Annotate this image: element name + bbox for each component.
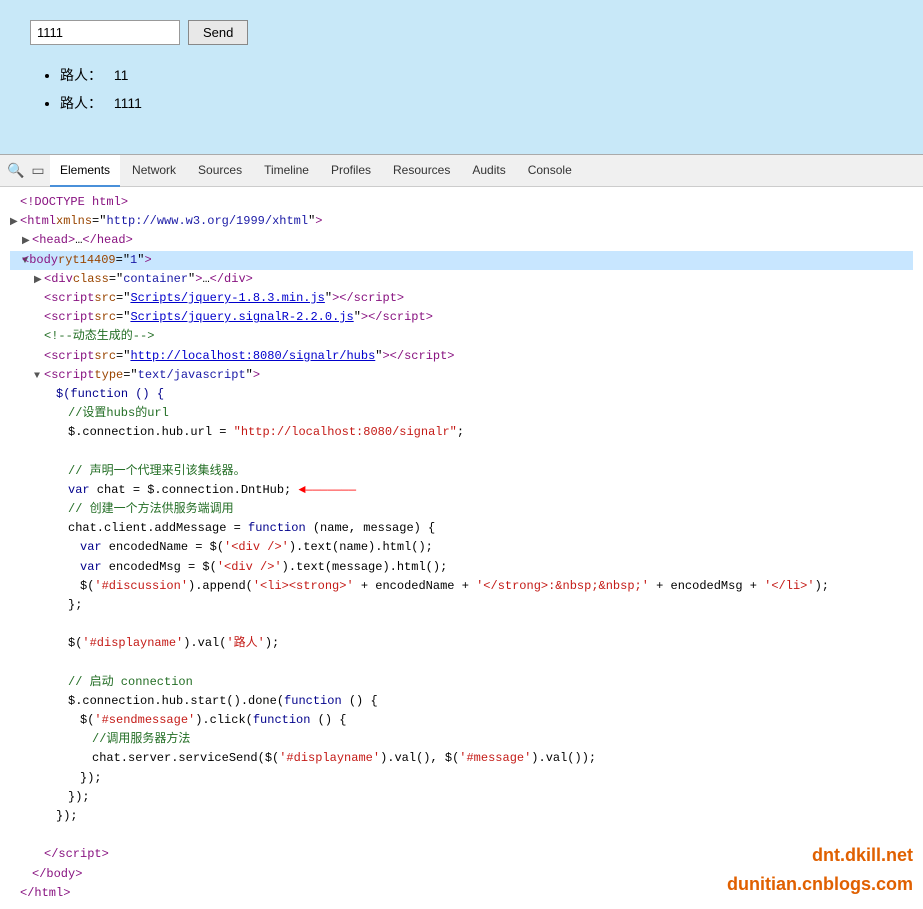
chat-item-1: 路人： 11 bbox=[60, 61, 893, 89]
chat-msg-2: 1111 bbox=[114, 95, 142, 111]
devtools-bar: 🔍 ▭ Elements Network Sources Timeline Pr… bbox=[0, 155, 923, 187]
tab-resources[interactable]: Resources bbox=[383, 155, 460, 187]
chat-name-1: 路人： bbox=[60, 67, 102, 83]
code-append: $('#discussion').append('<li><strong>' +… bbox=[10, 577, 913, 596]
code-displayname-val: $('#displayname').val('路人'); bbox=[10, 634, 913, 653]
code-body-close: </body> bbox=[10, 865, 913, 884]
code-script-js-open: ▼<script type="text/javascript"> bbox=[10, 366, 913, 385]
chat-name-2: 路人： bbox=[60, 95, 102, 111]
code-encodedname: var encodedName = $('<div />').text(name… bbox=[10, 538, 913, 557]
message-input[interactable] bbox=[30, 20, 180, 45]
code-fn-open: $(function () { bbox=[10, 385, 913, 404]
code-connection-start: $.connection.hub.start().done(function (… bbox=[10, 692, 913, 711]
code-blank2 bbox=[10, 615, 913, 634]
code-area: <!DOCTYPE html> ▶<html xmlns="http://www… bbox=[0, 187, 923, 909]
code-comment-start: // 启动 connection bbox=[10, 673, 913, 692]
inspect-icon[interactable]: 🔍 bbox=[6, 161, 26, 181]
code-encodedmsg: var encodedMsg = $('<div />').text(messa… bbox=[10, 558, 913, 577]
code-body-open: ▼<body ryt14409="1"> bbox=[10, 251, 913, 270]
chat-msg-1: 11 bbox=[114, 67, 129, 83]
code-script-jquery: <script src="Scripts/jquery-1.8.3.min.js… bbox=[10, 289, 913, 308]
tab-sources[interactable]: Sources bbox=[188, 155, 252, 187]
tab-audits[interactable]: Audits bbox=[462, 155, 515, 187]
code-script-signalr: <script src="Scripts/jquery.signalR-2.2.… bbox=[10, 308, 913, 327]
code-blank3 bbox=[10, 654, 913, 673]
device-icon[interactable]: ▭ bbox=[28, 161, 48, 181]
send-button[interactable]: Send bbox=[188, 20, 248, 45]
code-servicesend: chat.server.serviceSend($('#displayname'… bbox=[10, 749, 913, 768]
code-comment-create: // 创建一个方法供服务端调用 bbox=[10, 500, 913, 519]
code-close-fn: }); bbox=[10, 807, 913, 826]
code-blank4 bbox=[10, 826, 913, 845]
code-doctype: <!DOCTYPE html> bbox=[10, 193, 913, 212]
code-client-addmessage: chat.client.addMessage = function (name,… bbox=[10, 519, 913, 538]
code-div-container: ▶<div class="container">…</div> bbox=[10, 270, 913, 289]
tab-profiles[interactable]: Profiles bbox=[321, 155, 381, 187]
code-script-hubs: <script src="http://localhost:8080/signa… bbox=[10, 347, 913, 366]
code-blank1 bbox=[10, 442, 913, 461]
chat-list: 路人： 11 路人： 1111 bbox=[30, 61, 893, 117]
code-var-chat: var chat = $.connection.DntHub; ◄——————— bbox=[10, 481, 913, 500]
tab-timeline[interactable]: Timeline bbox=[254, 155, 319, 187]
code-comment-url: //设置hubs的url bbox=[10, 404, 913, 423]
code-fn-close1: }; bbox=[10, 596, 913, 615]
code-connection-url: $.connection.hub.url = "http://localhost… bbox=[10, 423, 913, 442]
tab-console[interactable]: Console bbox=[518, 155, 582, 187]
code-head: ▶<head>…</head> bbox=[10, 231, 913, 250]
code-close-done: }); bbox=[10, 788, 913, 807]
tab-network[interactable]: Network bbox=[122, 155, 186, 187]
preview-area: Send 路人： 11 路人： 1111 bbox=[0, 0, 923, 155]
code-script-close: </script> bbox=[10, 845, 913, 864]
code-comment-dynamic: <!--动态生成的--> bbox=[10, 327, 913, 346]
input-row: Send bbox=[30, 20, 893, 45]
code-comment-declare: // 声明一个代理来引该集线器。 bbox=[10, 462, 913, 481]
chat-item-2: 路人： 1111 bbox=[60, 89, 893, 117]
code-comment-service: //调用服务器方法 bbox=[10, 730, 913, 749]
code-html-open: ▶<html xmlns="http://www.w3.org/1999/xht… bbox=[10, 212, 913, 231]
tab-elements[interactable]: Elements bbox=[50, 155, 120, 187]
code-html-close: </html> bbox=[10, 884, 913, 903]
code-close-click: }); bbox=[10, 769, 913, 788]
code-click-sendmessage: $('#sendmessage').click(function () { bbox=[10, 711, 913, 730]
